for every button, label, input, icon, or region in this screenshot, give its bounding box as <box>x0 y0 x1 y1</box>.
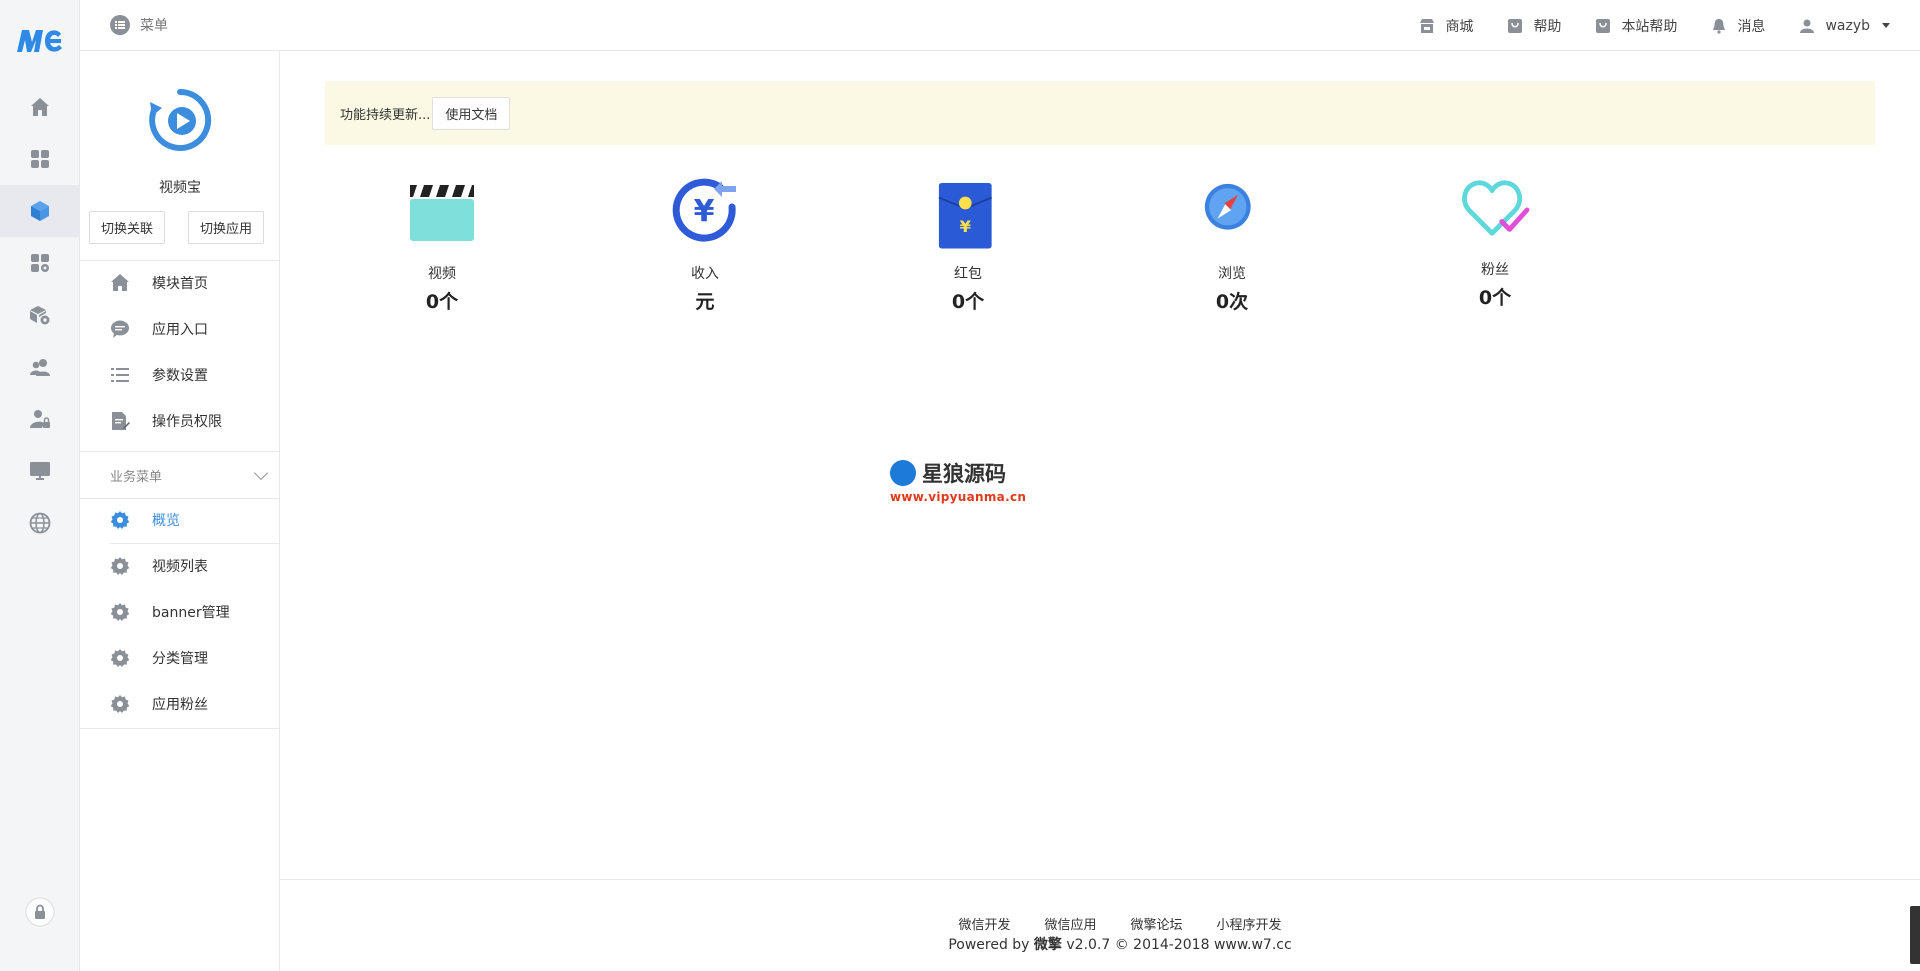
monitor-icon <box>30 462 50 480</box>
help-bag-icon <box>1508 18 1523 33</box>
top-link-shop[interactable]: 商城 <box>1419 16 1473 36</box>
stat-income: ¥ 收入 元 <box>645 177 765 314</box>
we7-logo[interactable] <box>15 24 65 60</box>
nav-module-home[interactable]: 模块首页 <box>80 261 280 305</box>
footer: 微信开发 微信应用 微擎论坛 小程序开发 Powered by 微擎 v2.0.… <box>280 879 1920 971</box>
chat-icon <box>111 320 129 338</box>
watermark-logo: 星狼源码 www.vipyuanma.cn <box>890 460 1027 504</box>
top-link-site-help[interactable]: 本站帮助 <box>1595 16 1677 36</box>
nav-category-manage[interactable]: 分类管理 <box>80 636 280 680</box>
red-envelope-icon: ¥ <box>938 183 992 249</box>
store-settings-icon <box>30 306 50 325</box>
gear-icon <box>110 695 130 713</box>
list-icon <box>111 368 129 382</box>
notice-bar: 功能持续更新... 使用文档 <box>325 81 1875 145</box>
rail-module[interactable] <box>0 185 80 237</box>
globe-icon <box>29 512 51 534</box>
home-icon <box>111 274 129 291</box>
user-menu[interactable]: wazyb <box>1799 18 1890 34</box>
compass-icon <box>1204 183 1251 230</box>
stat-value: 元 <box>695 291 715 313</box>
rail-users[interactable] <box>0 341 80 393</box>
stat-videos: 视频 0个 <box>382 177 502 314</box>
shop-icon <box>1420 18 1435 33</box>
rail-monitor[interactable] <box>0 445 80 497</box>
nav-video-list[interactable]: 视频列表 <box>80 544 280 588</box>
svg-text:¥: ¥ <box>960 217 972 236</box>
app-root: 菜单 商城 帮助 本站帮助 消息 wazyb 视频宝 切换关联 切换应用 模块首… <box>0 0 1920 971</box>
notice-text: 功能持续更新... <box>340 107 431 123</box>
app-logo-play-icon <box>149 88 212 151</box>
nav-app-entry[interactable]: 应用入口 <box>80 307 280 351</box>
copyright: Powered by 微擎 v2.0.7 © 2014-2018 www.w7.… <box>948 937 1292 953</box>
nav-app-fans[interactable]: 应用粉丝 <box>80 682 280 726</box>
rail-apps[interactable] <box>0 133 80 185</box>
bell-icon <box>1713 18 1726 34</box>
footer-links: 微信开发 微信应用 微擎论坛 小程序开发 <box>280 914 1920 933</box>
icon-rail <box>0 0 80 971</box>
nav-operator-perm[interactable]: 操作员权限 <box>80 399 280 443</box>
gear-icon <box>110 603 130 621</box>
top-links: 商城 帮助 本站帮助 消息 wazyb <box>1385 0 1890 51</box>
rail-globe[interactable] <box>0 497 80 549</box>
svg-text:¥: ¥ <box>694 194 715 229</box>
top-link-help[interactable]: 帮助 <box>1507 16 1561 36</box>
module-cube-icon <box>31 201 49 221</box>
rail-app-settings[interactable] <box>0 237 80 289</box>
user-icon <box>1800 19 1815 33</box>
gear-icon <box>110 557 130 575</box>
user-lock-icon <box>30 410 50 428</box>
rail-lock[interactable] <box>0 886 80 938</box>
main-content: 功能持续更新... 使用文档 视频 0个 ¥ 收入 元 ¥ 红包 0个 浏览 0… <box>280 51 1920 971</box>
top-bar: 菜单 商城 帮助 本站帮助 消息 wazyb <box>80 0 1920 51</box>
nav-overview[interactable]: 概览 <box>80 498 280 542</box>
stat-red-envelope: ¥ 红包 0个 <box>908 177 1028 314</box>
stat-fans: 粉丝 0个 <box>1435 177 1555 310</box>
stat-value: 0次 <box>1215 291 1249 313</box>
heart-check-icon <box>1462 180 1530 236</box>
footer-link[interactable]: 小程序开发 <box>1217 914 1282 933</box>
rail-store-settings[interactable] <box>0 289 80 341</box>
gear-icon <box>110 649 130 667</box>
switch-app-button[interactable]: 切换应用 <box>188 211 265 244</box>
lock-icon <box>25 897 55 927</box>
module-sidebar: 视频宝 切换关联 切换应用 模块首页 应用入口 参数设置 操作员权限 业务菜单 … <box>80 51 280 971</box>
usage-doc-button[interactable]: 使用文档 <box>432 96 511 130</box>
rail-user-lock[interactable] <box>0 393 80 445</box>
stat-views: 浏览 0次 <box>1172 177 1292 314</box>
footer-link[interactable]: 微擎论坛 <box>1131 914 1183 933</box>
biz-menu-header[interactable]: 业务菜单 <box>80 451 280 499</box>
user-name: wazyb <box>1825 17 1870 34</box>
switch-link-button[interactable]: 切换关联 <box>89 211 166 244</box>
footer-link[interactable]: 微信应用 <box>1044 914 1096 933</box>
top-link-messages[interactable]: 消息 <box>1711 16 1765 36</box>
app-settings-icon <box>31 254 49 272</box>
nav-param-settings[interactable]: 参数设置 <box>80 353 280 397</box>
rail-home[interactable] <box>0 81 80 133</box>
yuan-income-icon: ¥ <box>672 178 736 242</box>
doc-edit-icon <box>112 412 130 430</box>
menu-list-icon <box>110 15 130 35</box>
watermark-circle-icon <box>890 460 916 486</box>
footer-link[interactable]: 微信开发 <box>958 914 1010 933</box>
home-icon <box>31 98 49 116</box>
menu-label: 菜单 <box>140 18 168 34</box>
divider <box>80 728 280 729</box>
apps-grid-icon <box>31 150 49 168</box>
stat-value: 0个 <box>951 291 985 313</box>
side-widget-handle[interactable] <box>1910 906 1920 964</box>
users-icon <box>30 359 50 376</box>
caret-down-icon <box>1882 23 1890 28</box>
menu-toggle[interactable]: 菜单 <box>110 15 168 35</box>
stat-value: 0个 <box>425 291 459 313</box>
site-help-icon <box>1596 18 1611 33</box>
app-name: 视频宝 <box>159 180 201 196</box>
chevron-down-icon <box>253 465 269 481</box>
stat-value: 0个 <box>1478 287 1512 309</box>
clapperboard-icon <box>410 185 474 241</box>
nav-banner-manage[interactable]: banner管理 <box>80 590 280 634</box>
gear-icon <box>110 511 130 529</box>
